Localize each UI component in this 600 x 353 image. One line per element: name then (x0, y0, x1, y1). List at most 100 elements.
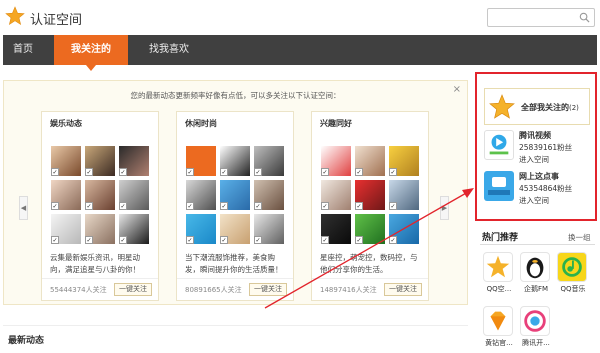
card-footer: 55444374人关注 一键关注 (42, 278, 158, 302)
all-following-text: 全部我关注的 (521, 103, 569, 112)
avatar[interactable]: ✓ (354, 213, 386, 245)
check-icon[interactable]: ✓ (254, 236, 262, 244)
avatar[interactable]: ✓ (320, 145, 352, 177)
check-icon[interactable]: ✓ (389, 202, 397, 210)
hot-item-qzone[interactable]: QQ空... (481, 252, 515, 294)
avatar[interactable]: ✓ (118, 213, 150, 245)
tencent-open-icon[interactable] (520, 306, 550, 336)
check-icon[interactable]: ✓ (85, 202, 93, 210)
category-card-hobbies: 兴趣同好 ✓ ✓ ✓ ✓ ✓ ✓ ✓ ✓ ✓ 星座控，萌宠控，数码控，与他们分享… (311, 111, 429, 301)
avatar-grid: ✓ ✓ ✓ ✓ ✓ ✓ ✓ ✓ ✓ (50, 145, 152, 247)
check-icon[interactable]: ✓ (389, 168, 397, 176)
check-icon[interactable]: ✓ (51, 236, 59, 244)
avatar[interactable]: ✓ (118, 145, 150, 177)
hot-item-yellow-diamond[interactable]: 黄钻官... (481, 306, 515, 348)
tab-following[interactable]: 我关注的 (54, 35, 128, 71)
tab-discover[interactable]: 找我喜欢 (136, 35, 202, 65)
avatar[interactable]: ✓ (388, 179, 420, 211)
check-icon[interactable]: ✓ (254, 168, 262, 176)
avatar[interactable]: ✓ (320, 213, 352, 245)
check-icon[interactable]: ✓ (355, 236, 363, 244)
follow-all-button[interactable]: 一键关注 (384, 283, 422, 296)
avatar[interactable]: ✓ (354, 179, 386, 211)
check-icon[interactable]: ✓ (51, 202, 59, 210)
avatar[interactable]: ✓ (253, 179, 285, 211)
check-icon[interactable]: ✓ (220, 202, 228, 210)
tencent-video-icon[interactable] (484, 130, 514, 160)
avatar[interactable]: ✓ (185, 145, 217, 177)
check-icon[interactable]: ✓ (254, 202, 262, 210)
avatar[interactable]: ✓ (219, 213, 251, 245)
space-name[interactable]: 网上这点事 (519, 171, 559, 182)
check-icon[interactable]: ✓ (321, 168, 329, 176)
online-news-icon[interactable] (484, 171, 514, 201)
avatar[interactable]: ✓ (84, 213, 116, 245)
avatar[interactable]: ✓ (185, 213, 217, 245)
check-icon[interactable]: ✓ (186, 168, 194, 176)
check-icon[interactable]: ✓ (220, 236, 228, 244)
divider (480, 244, 595, 245)
avatar[interactable]: ✓ (84, 145, 116, 177)
follower-count: 80891665人关注 (185, 286, 242, 294)
check-icon[interactable]: ✓ (389, 236, 397, 244)
avatar[interactable]: ✓ (84, 179, 116, 211)
hot-item-tencent-open[interactable]: 腾讯开... (518, 306, 552, 348)
latest-updates-title: 最新动态 (8, 336, 45, 346)
check-icon[interactable]: ✓ (85, 168, 93, 176)
space-name[interactable]: 腾讯视频 (519, 130, 551, 141)
check-icon[interactable]: ✓ (355, 168, 363, 176)
check-icon[interactable]: ✓ (51, 168, 59, 176)
avatar[interactable]: ✓ (354, 145, 386, 177)
tab-home[interactable]: 首页 (3, 35, 43, 65)
check-icon[interactable]: ✓ (321, 202, 329, 210)
check-icon[interactable]: ✓ (119, 168, 127, 176)
enter-space-link[interactable]: 进入空间 (519, 195, 549, 206)
avatar[interactable]: ✓ (118, 179, 150, 211)
follow-all-button[interactable]: 一键关注 (114, 283, 152, 296)
card-description: 当下潮流服饰推荐，美食购发，瞬间提升你的生活质量！ (185, 253, 283, 274)
avatar[interactable]: ✓ (50, 145, 82, 177)
next-arrow-icon[interactable]: ▶ (440, 196, 449, 220)
enter-space-link[interactable]: 进入空间 (519, 154, 549, 165)
penguin-fm-icon[interactable] (520, 252, 550, 282)
hot-item-qq-music[interactable]: QQ音乐 (555, 252, 589, 294)
hot-item-penguin-fm[interactable]: 企鹅FM (518, 252, 552, 294)
check-icon[interactable]: ✓ (355, 202, 363, 210)
qzone-icon[interactable] (483, 252, 513, 282)
card-description: 星座控，萌宠控，数码控，与他们分享你的生活。 (320, 253, 418, 274)
avatar[interactable]: ✓ (253, 145, 285, 177)
avatar[interactable]: ✓ (50, 213, 82, 245)
avatar[interactable]: ✓ (219, 179, 251, 211)
swap-group-link[interactable]: 换一组 (568, 232, 591, 243)
follower-count: 14897416人关注 (320, 286, 377, 294)
follow-all-button[interactable]: 一键关注 (249, 283, 287, 296)
check-icon[interactable]: ✓ (186, 202, 194, 210)
divider (3, 325, 468, 326)
search-input[interactable] (487, 8, 595, 27)
all-following-button[interactable]: 全部我关注的(2) (484, 88, 590, 125)
avatar[interactable]: ✓ (253, 213, 285, 245)
check-icon[interactable]: ✓ (119, 202, 127, 210)
recommend-tip: 您的最新动态更新频率好像有点低，可以多关注以下认证空间： (130, 91, 341, 100)
search-icon[interactable] (579, 12, 590, 23)
check-icon[interactable]: ✓ (321, 236, 329, 244)
check-icon[interactable]: ✓ (220, 168, 228, 176)
star-icon (489, 94, 515, 119)
avatar[interactable]: ✓ (320, 179, 352, 211)
avatar[interactable]: ✓ (50, 179, 82, 211)
star-logo-icon (5, 6, 25, 26)
check-icon[interactable]: ✓ (186, 236, 194, 244)
check-icon[interactable]: ✓ (119, 236, 127, 244)
top-bar: 认证空间 (0, 0, 600, 35)
fans-count: 45354864粉丝 (519, 184, 573, 193)
following-count: (2) (569, 104, 579, 112)
category-card-fashion: 休闲时尚 ✓ ✓ ✓ ✓ ✓ ✓ ✓ ✓ ✓ 当下潮流服饰推荐，美食购发，瞬间提… (176, 111, 294, 301)
yellow-diamond-icon[interactable] (483, 306, 513, 336)
avatar[interactable]: ✓ (185, 179, 217, 211)
avatar[interactable]: ✓ (219, 145, 251, 177)
avatar[interactable]: ✓ (388, 213, 420, 245)
qq-music-icon[interactable] (557, 252, 587, 282)
prev-arrow-icon[interactable]: ◀ (19, 196, 28, 220)
check-icon[interactable]: ✓ (85, 236, 93, 244)
avatar[interactable]: ✓ (388, 145, 420, 177)
